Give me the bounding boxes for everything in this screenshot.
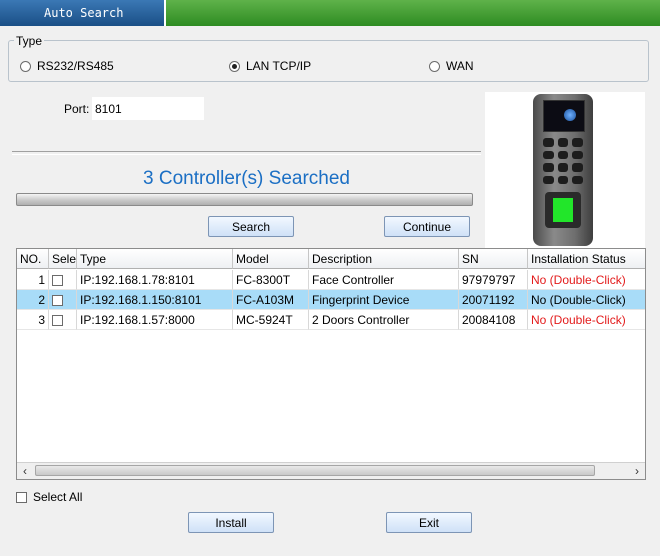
exit-button[interactable]: Exit: [386, 512, 472, 533]
row-type: IP:192.168.1.57:8000: [77, 310, 233, 330]
search-button[interactable]: Search: [208, 216, 294, 237]
divider: [12, 151, 481, 155]
table-row[interactable]: 1 IP:192.168.1.78:8101 FC-8300T Face Con…: [17, 270, 645, 290]
row-description: Fingerprint Device: [309, 290, 459, 310]
row-select-checkbox-cell[interactable]: [49, 310, 77, 330]
title-tab: Auto Search: [0, 0, 166, 26]
row-description: Face Controller: [309, 270, 459, 290]
col-header-select[interactable]: Sele: [49, 249, 77, 269]
row-type: IP:192.168.1.150:8101: [77, 290, 233, 310]
row-select-checkbox[interactable]: [52, 295, 63, 307]
col-header-model[interactable]: Model: [233, 249, 309, 269]
radio-rs232-circle[interactable]: [20, 60, 31, 72]
radio-lan[interactable]: LAN TCP/IP: [229, 59, 311, 73]
radio-rs232-label: RS232/RS485: [37, 59, 114, 73]
radio-lan-label: LAN TCP/IP: [246, 59, 312, 73]
type-group-legend: Type: [14, 34, 45, 48]
row-installation-status[interactable]: No (Double-Click): [528, 270, 645, 290]
search-status-text: 3 Controller(s) Searched: [143, 168, 350, 189]
row-description: 2 Doors Controller: [309, 310, 459, 330]
row-select-checkbox[interactable]: [52, 315, 63, 327]
chevron-left-icon[interactable]: ‹: [17, 463, 33, 479]
table-row[interactable]: 2 IP:192.168.1.150:8101 FC-A103M Fingerp…: [17, 290, 645, 310]
table-row[interactable]: 3 IP:192.168.1.57:8000 MC-5924T 2 Doors …: [17, 310, 645, 330]
table-header: NO. Sele Type Model Description SN Insta…: [17, 249, 645, 269]
row-model: FC-8300T: [233, 270, 309, 290]
controller-table: NO. Sele Type Model Description SN Insta…: [16, 248, 646, 480]
row-number: 1: [17, 270, 49, 290]
radio-rs232[interactable]: RS232/RS485: [20, 59, 114, 73]
device-image: [485, 92, 645, 249]
scrollbar-thumb[interactable]: [35, 465, 595, 476]
row-select-checkbox-cell[interactable]: [49, 290, 77, 310]
row-sn: 97979797: [459, 270, 528, 290]
fingerprint-sensor: [545, 192, 581, 228]
row-number: 2: [17, 290, 49, 310]
row-select-checkbox-cell[interactable]: [49, 270, 77, 290]
chevron-right-icon[interactable]: ›: [629, 463, 645, 479]
radio-wan-circle[interactable]: [429, 60, 440, 72]
fingerprint-terminal-image: [533, 94, 593, 246]
continue-button[interactable]: Continue: [384, 216, 470, 237]
row-sn: 20071192: [459, 290, 528, 310]
select-all[interactable]: Select All: [16, 490, 82, 504]
row-select-checkbox[interactable]: [52, 275, 63, 287]
device-screen: [543, 100, 585, 132]
row-number: 3: [17, 310, 49, 330]
title-bar: Auto Search: [0, 0, 660, 26]
row-model: FC-A103M: [233, 290, 309, 310]
window-title: Auto Search: [44, 6, 124, 20]
select-all-checkbox[interactable]: [16, 491, 27, 503]
horizontal-scrollbar[interactable]: ‹ ›: [17, 462, 645, 479]
radio-wan[interactable]: WAN: [429, 59, 474, 73]
select-all-label: Select All: [33, 490, 83, 504]
radio-lan-circle[interactable]: [229, 60, 240, 72]
col-header-type[interactable]: Type: [77, 249, 233, 269]
search-progress-bar: [16, 193, 473, 206]
col-header-sn[interactable]: SN: [459, 249, 528, 269]
col-header-description[interactable]: Description: [309, 249, 459, 269]
row-type: IP:192.168.1.78:8101: [77, 270, 233, 290]
radio-wan-label: WAN: [446, 59, 474, 73]
col-header-installation-status[interactable]: Installation Status: [528, 249, 645, 269]
port-label: Port:: [64, 102, 90, 116]
col-header-no[interactable]: NO.: [17, 249, 49, 269]
row-installation-status[interactable]: No (Double-Click): [528, 310, 645, 330]
row-model: MC-5924T: [233, 310, 309, 330]
port-input[interactable]: [92, 97, 204, 120]
device-keypad: [543, 138, 583, 184]
row-sn: 20084108: [459, 310, 528, 330]
row-installation-status[interactable]: No (Double-Click): [528, 290, 645, 310]
install-button[interactable]: Install: [188, 512, 274, 533]
